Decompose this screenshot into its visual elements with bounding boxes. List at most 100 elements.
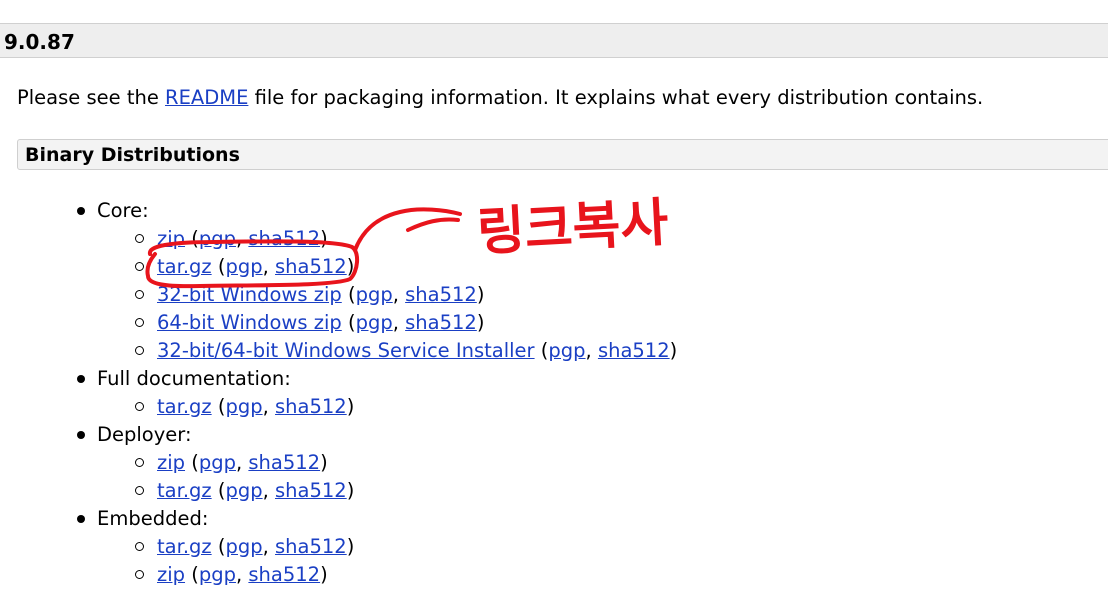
category-label: Deployer: [97, 423, 192, 446]
version-header: 9.0.87 [0, 23, 1108, 58]
download-item: tar.gz (pgp, sha512) [135, 395, 355, 419]
separator: , [262, 395, 275, 418]
pgp-link[interactable]: pgp [199, 563, 236, 586]
sha512-link[interactable]: sha512 [248, 227, 320, 250]
sha512-link[interactable]: sha512 [405, 311, 477, 334]
circle-bullet-icon [135, 234, 144, 243]
sha512-link[interactable]: sha512 [275, 535, 347, 558]
sha512-link[interactable]: sha512 [248, 563, 320, 586]
paren-open: ( [211, 255, 226, 278]
paren-open: ( [211, 395, 226, 418]
section-title: Binary Distributions [25, 144, 240, 166]
download-item: 32-bit Windows zip (pgp, sha512) [135, 283, 485, 307]
bullet-icon [77, 431, 85, 439]
pgp-link[interactable]: pgp [356, 283, 393, 306]
paren-close: ) [320, 563, 328, 586]
paren-close: ) [346, 395, 355, 418]
intro-before: Please see the [17, 86, 166, 109]
pgp-link[interactable]: pgp [199, 227, 236, 250]
pgp-link[interactable]: pgp [356, 311, 393, 334]
category-item: Full documentation: [77, 367, 291, 391]
paren-close: ) [669, 339, 678, 362]
paren-open: ( [341, 311, 356, 334]
circle-bullet-icon [135, 318, 144, 327]
download-link[interactable]: zip [157, 563, 185, 586]
sha512-link[interactable]: sha512 [275, 395, 347, 418]
circle-bullet-icon [135, 458, 144, 467]
paren-close: ) [346, 479, 355, 502]
circle-bullet-icon [135, 402, 144, 411]
paren-open: ( [341, 283, 356, 306]
separator: , [235, 451, 249, 474]
sha512-link[interactable]: sha512 [405, 283, 477, 306]
paren-close: ) [320, 451, 328, 474]
download-link[interactable]: tar.gz [157, 535, 212, 558]
intro-text: Please see the README file for packaging… [17, 86, 983, 110]
sha512-link[interactable]: sha512 [275, 255, 347, 278]
paren-close: ) [476, 311, 485, 334]
binary-distributions-header: Binary Distributions [17, 139, 1108, 170]
annotation-dash [406, 217, 460, 232]
download-item: zip (pgp, sha512) [135, 451, 328, 475]
category-item: Deployer: [77, 423, 192, 447]
download-link[interactable]: 32-bit/64-bit Windows Service Installer [157, 339, 535, 362]
download-link[interactable]: tar.gz [157, 255, 212, 278]
separator: , [262, 535, 275, 558]
pgp-link[interactable]: pgp [548, 339, 585, 362]
separator: , [262, 479, 275, 502]
bullet-icon [77, 375, 85, 383]
download-link[interactable]: tar.gz [157, 479, 212, 502]
download-link[interactable]: 32-bit Windows zip [157, 283, 342, 306]
paren-close: ) [346, 535, 355, 558]
circle-bullet-icon [135, 290, 144, 299]
download-item: zip (pgp, sha512) [135, 563, 328, 587]
circle-bullet-icon [135, 262, 144, 271]
circle-bullet-icon [135, 542, 144, 551]
annotation-text: 링크복사 [476, 193, 670, 263]
download-link[interactable]: 64-bit Windows zip [157, 311, 342, 334]
download-item: tar.gz (pgp, sha512) [135, 479, 355, 503]
circle-bullet-icon [135, 570, 144, 579]
paren-close: ) [320, 227, 328, 250]
download-item: 32-bit/64-bit Windows Service Installer … [135, 339, 678, 363]
category-label: Core: [97, 199, 149, 222]
download-item: zip (pgp, sha512) [135, 227, 328, 251]
download-link[interactable]: tar.gz [157, 395, 212, 418]
download-link[interactable]: zip [157, 227, 185, 250]
paren-open: ( [185, 227, 199, 250]
version-title: 9.0.87 [4, 30, 75, 54]
annotation-arrow [353, 207, 462, 252]
separator: , [235, 227, 249, 250]
pgp-link[interactable]: pgp [225, 535, 262, 558]
category-item: Embedded: [77, 507, 208, 531]
pgp-link[interactable]: pgp [225, 479, 262, 502]
pgp-link[interactable]: pgp [225, 395, 262, 418]
sha512-link[interactable]: sha512 [248, 451, 320, 474]
download-item: tar.gz (pgp, sha512) [135, 255, 355, 279]
paren-open: ( [534, 339, 549, 362]
sha512-link[interactable]: sha512 [598, 339, 670, 362]
separator: , [262, 255, 275, 278]
pgp-link[interactable]: pgp [199, 451, 236, 474]
paren-open: ( [211, 535, 226, 558]
paren-close: ) [346, 255, 355, 278]
download-item: 64-bit Windows zip (pgp, sha512) [135, 311, 485, 335]
separator: , [392, 311, 406, 334]
separator: , [235, 563, 249, 586]
pgp-link[interactable]: pgp [225, 255, 262, 278]
circle-bullet-icon [135, 486, 144, 495]
readme-link[interactable]: README [165, 86, 248, 109]
circle-bullet-icon [135, 346, 144, 355]
download-item: tar.gz (pgp, sha512) [135, 535, 355, 559]
bullet-icon [77, 207, 85, 215]
paren-open: ( [185, 563, 199, 586]
category-item: Core: [77, 199, 149, 223]
paren-close: ) [476, 283, 485, 306]
download-link[interactable]: zip [157, 451, 185, 474]
paren-open: ( [211, 479, 226, 502]
intro-after: file for packaging information. It expla… [248, 86, 984, 109]
separator: , [392, 283, 406, 306]
sha512-link[interactable]: sha512 [275, 479, 347, 502]
bullet-icon [77, 515, 85, 523]
category-label: Full documentation: [97, 367, 291, 390]
